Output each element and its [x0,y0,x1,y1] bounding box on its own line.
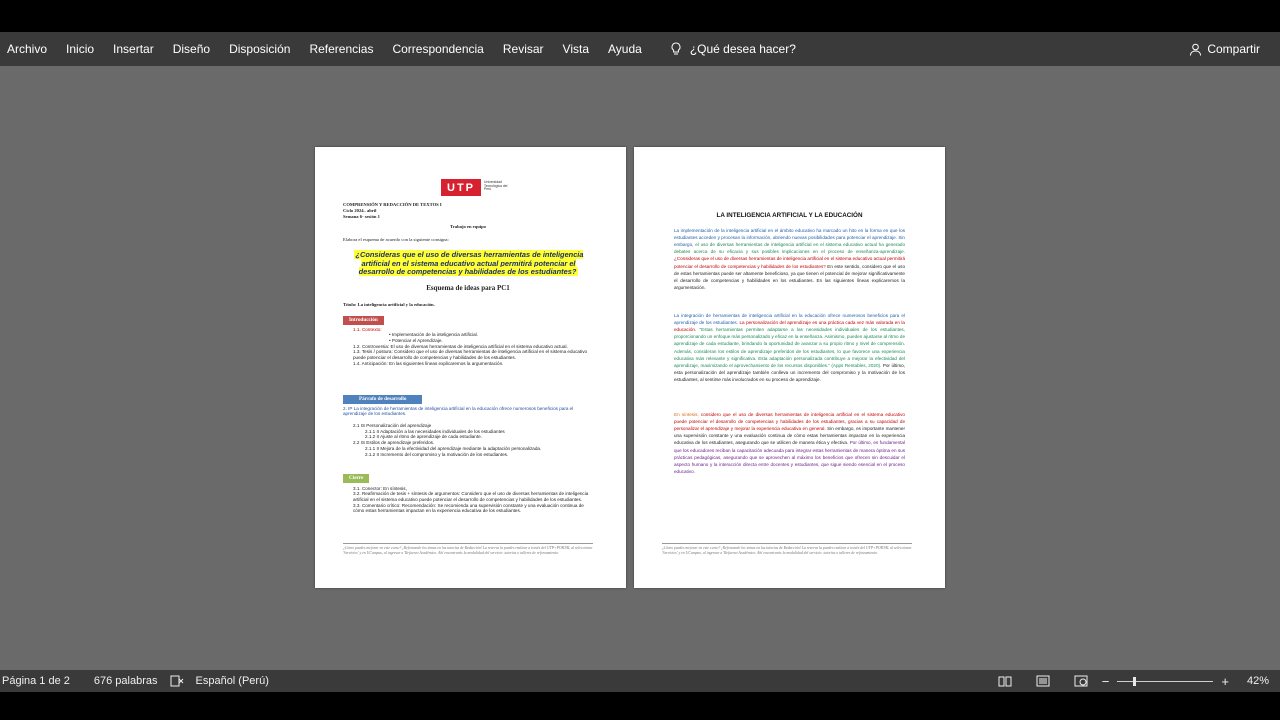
body-label: Párrafo de desarrollo [343,395,423,404]
essay-paragraph-conclusion: En síntesis, considero que el uso de div… [674,411,905,475]
tab-inicio[interactable]: Inicio [66,42,94,56]
close-line: 3.2. Reafirmación de tesis + síntesis de… [353,491,589,502]
essay-paragraph-intro: La implementación de la inteligencia art… [674,227,905,291]
tab-ayuda[interactable]: Ayuda [608,42,642,56]
word-count[interactable]: 676 palabras [94,675,158,687]
page-footer: ¿Cómo puedes mejorar en este curso? ¡Ref… [343,543,593,555]
lightbulb-icon [671,42,681,55]
share-label: Compartir [1207,42,1260,56]
tell-me-text: ¿Qué desea hacer? [689,42,796,56]
course-week: Semana 6- sesión 1 [343,214,380,219]
zoom-level[interactable]: 42% [1247,675,1269,687]
person-icon [1190,43,1202,56]
essay-segment: "Estas herramientas permiten adaptarse a… [674,327,905,368]
tab-diseno[interactable]: Diseño [173,42,210,56]
print-layout-icon[interactable] [1036,675,1050,687]
essay-segment: En síntesis, [674,412,701,417]
close-line: 3.3. Comentario crítico: Recomendación: … [353,502,584,514]
scheme-title: Esquema de ideas para PC1 [426,284,510,292]
intro-label: Introducción [343,316,384,325]
zoom-out-button[interactable]: − [1102,674,1110,689]
tab-insertar[interactable]: Insertar [113,42,154,56]
question-block: ¿Consideras que el uso de diversas herra… [351,250,586,277]
tell-me-box[interactable]: ¿Qué desea hacer? [670,42,796,56]
utp-logo: UTP Universidad Tecnológica del Perú [441,179,509,196]
tab-vista[interactable]: Vista [563,42,589,56]
utp-logo-subtitle: Universidad Tecnológica del Perú [484,180,508,192]
view-controls: − + 42% [998,670,1280,692]
zoom-in-button[interactable]: + [1221,674,1229,689]
tab-disposicion[interactable]: Disposición [229,42,290,56]
tab-correspondencia[interactable]: Correspondencia [392,42,483,56]
read-mode-icon[interactable] [998,675,1012,687]
language-indicator[interactable]: Español (Perú) [196,675,269,687]
instruction-text: Elabora el esquema de acuerdo con la sig… [343,237,449,242]
body-line: 2.1.2 II Incremento del compromiso y la … [365,451,509,457]
zoom-slider[interactable] [1117,676,1214,686]
highlighted-question: ¿Consideras que el uso de diversas herra… [353,250,584,277]
taskbar-area [0,692,1280,720]
essay-segment: el uso de diversas herramientas de intel… [674,242,906,255]
topic-title: Título: La inteligencia artificial y la … [343,302,435,307]
close-label: Cierre [343,474,370,483]
page-count[interactable]: Página 1 de 2 [2,675,70,687]
web-layout-icon[interactable] [1074,675,1088,687]
share-button[interactable]: Compartir [1189,32,1260,66]
utp-logo-mark: UTP [441,179,481,196]
proofing-icon[interactable] [170,675,184,687]
course-name: COMPRENSIÓN Y REDACCIÓN DE TEXTOS I [343,202,442,207]
team-work-label: Trabajo en equipo [450,224,486,229]
tab-revisar[interactable]: Revisar [503,42,544,56]
body-section: Párrafo de desarrollo 2. IP La integraci… [343,395,593,457]
document-page-1[interactable]: UTP Universidad Tecnológica del Perú COM… [315,147,626,588]
intro-line: 1.3. Tesis / postura: Considero que el u… [353,349,588,361]
course-cycle: Ciclo 2024– abril [343,208,377,213]
essay-title: LA INTELIGENCIA ARTIFICIAL Y LA EDUCACIÓ… [716,212,863,219]
title-bar [0,0,1280,32]
tab-archivo[interactable]: Archivo [7,42,47,56]
body-line: 2. IP La integración de herramientas de … [343,405,574,417]
page-footer: ¿Cómo puedes mejorar en este curso? ¡Ref… [662,543,912,555]
close-section: Cierre 3.1. Conector: En síntesis, 3.2. … [343,474,593,514]
essay-segment: Por último, es fundamental que los educa… [674,440,905,474]
document-page-2[interactable]: LA INTELIGENCIA ARTIFICIAL Y LA EDUCACIÓ… [634,147,945,588]
zoom-slider-thumb[interactable] [1132,676,1136,686]
ribbon-tabs: Archivo Inicio Insertar Diseño Disposici… [0,32,1280,66]
essay-paragraph-body: La integración de herramientas de inteli… [674,312,905,383]
document-canvas[interactable]: UTP Universidad Tecnológica del Perú COM… [0,66,1280,670]
intro-section: Introducción 1.1. Contexto: • Implementa… [343,316,593,367]
tab-referencias[interactable]: Referencias [309,42,373,56]
intro-line: 1.4. Anticipación: En las siguientes lín… [353,360,504,366]
status-bar: Página 1 de 2 676 palabras Español (Perú… [0,670,1280,692]
